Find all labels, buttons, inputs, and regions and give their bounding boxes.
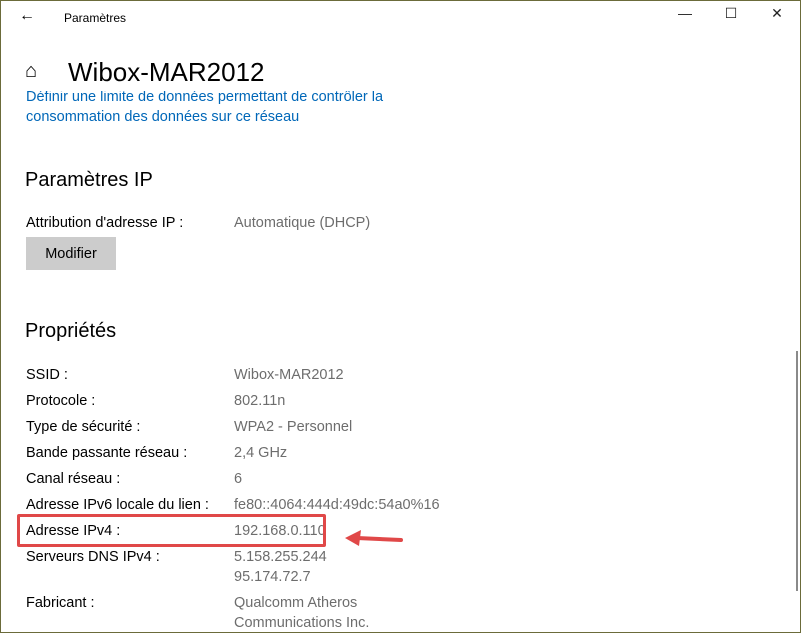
properties-heading: Propriétés [25,320,117,342]
property-label: SSID : [26,367,68,383]
ip-assignment-label: Attribution d'adresse IP : [26,215,184,231]
data-limit-link[interactable]: Définir une limite de données permettant… [26,89,383,127]
property-label: Protocole : [26,393,96,409]
property-label: Adresse IPv6 locale du lien : [26,497,209,513]
ipv4-highlight-box [17,514,326,547]
property-label: Fabricant : [26,595,95,611]
property-value: Wibox-MAR2012 [234,367,344,383]
page-title: Wibox-MAR2012 [68,57,265,87]
ip-settings-heading: Paramètres IP [25,169,153,191]
link-line-2[interactable]: consommation des données sur ce réseau [26,107,383,127]
title-bar: ← Paramètres — ☐ ✕ [1,1,801,35]
red-arrow-icon [345,530,403,546]
property-value: 95.174.72.7 [234,569,311,585]
scrollbar[interactable] [796,351,798,591]
property-value: 2,4 GHz [234,445,288,461]
close-button[interactable]: ✕ [754,5,800,22]
property-label: Type de sécurité : [26,419,141,435]
back-arrow-icon[interactable]: ← [19,7,35,25]
property-label: Canal réseau : [26,471,121,487]
app-title: Paramètres [64,11,127,25]
property-value: fe80::4064:444d:49dc:54a0%16 [234,497,440,513]
link-line-1[interactable]: Définir une limite de données permettant… [26,89,383,107]
maximize-button[interactable]: ☐ [708,5,754,22]
property-value: 802.11n [234,393,286,409]
property-value: Qualcomm Atheros [234,595,358,611]
home-icon[interactable]: ⌂ [25,60,37,83]
property-label: Bande passante réseau : [26,445,188,461]
ip-assignment-value: Automatique (DHCP) [234,215,371,231]
modify-button[interactable]: Modifier [26,237,116,270]
minimize-button[interactable]: — [662,5,708,21]
page-header: ⌂ Wibox-MAR2012 [1,35,796,91]
property-value: WPA2 - Personnel [234,419,353,435]
property-label: Serveurs DNS IPv4 : [26,549,160,565]
property-value: 5.158.255.244 [234,549,327,565]
property-value: Communications Inc. [234,615,370,631]
property-value: 6 [234,471,243,487]
